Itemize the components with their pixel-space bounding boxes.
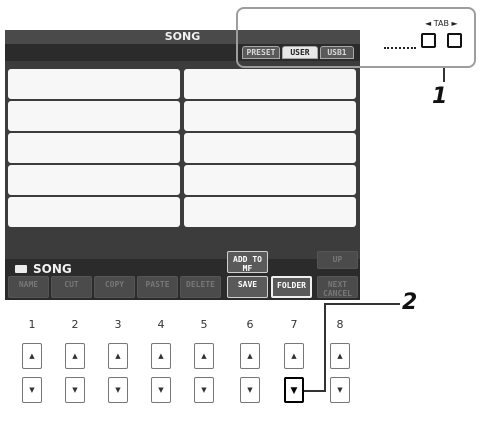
tab-buttons-callout — [236, 7, 476, 68]
cut-button[interactable]: CUT — [51, 276, 92, 298]
up-button[interactable]: ▲ — [108, 343, 128, 369]
lcd-screen: SONG PRESET USER USB1 SONG P1 ADD TO MF … — [5, 30, 360, 300]
file-slot[interactable] — [8, 133, 180, 163]
folder-icon — [15, 265, 27, 273]
up-button[interactable]: ▲ — [284, 343, 304, 369]
button-number: 6 — [246, 318, 254, 331]
tab-label: ◄ TAB ► — [425, 19, 458, 28]
callout-1: 1 — [432, 84, 448, 109]
down-button-7[interactable]: ▼ — [284, 377, 304, 403]
tab-left-button[interactable] — [421, 33, 436, 48]
button-number: 4 — [157, 318, 165, 331]
up-arrow-icon: ▲ — [115, 352, 121, 360]
up-arrow-icon: ▲ — [158, 352, 164, 360]
up-button[interactable]: ▲ — [240, 343, 260, 369]
down-arrow-icon: ▼ — [337, 386, 343, 394]
down-button[interactable]: ▼ — [65, 377, 85, 403]
button-number: 2 — [71, 318, 79, 331]
up-button[interactable]: ▲ — [22, 343, 42, 369]
file-slot[interactable] — [184, 197, 356, 227]
button-number: 8 — [336, 318, 344, 331]
down-arrow-icon: ▼ — [290, 386, 298, 396]
button-number: 7 — [290, 318, 298, 331]
copy-button[interactable]: COPY — [94, 276, 135, 298]
down-arrow-icon: ▼ — [72, 386, 78, 394]
up-arrow-icon: ▲ — [291, 352, 297, 360]
down-arrow-icon: ▼ — [29, 386, 35, 394]
down-arrow-icon: ▼ — [115, 386, 121, 394]
leader-line — [384, 47, 416, 49]
up-button[interactable]: ▲ — [151, 343, 171, 369]
up-button[interactable]: ▲ — [65, 343, 85, 369]
down-arrow-icon: ▼ — [201, 386, 207, 394]
up-button[interactable]: ▲ — [330, 343, 350, 369]
file-list — [5, 61, 360, 259]
down-arrow-icon: ▼ — [158, 386, 164, 394]
down-button[interactable]: ▼ — [22, 377, 42, 403]
file-slot[interactable] — [8, 197, 180, 227]
folder-button[interactable]: FOLDER — [271, 276, 312, 298]
callout-2-line — [324, 303, 400, 305]
up-button[interactable]: ▲ — [194, 343, 214, 369]
callout-2-line — [304, 390, 326, 392]
next-cancel-button[interactable]: NEXT CANCEL — [317, 276, 358, 298]
button-number: 1 — [28, 318, 36, 331]
file-slot[interactable] — [184, 101, 356, 131]
down-button[interactable]: ▼ — [108, 377, 128, 403]
file-slot[interactable] — [8, 101, 180, 131]
delete-button[interactable]: DELETE — [180, 276, 221, 298]
up-arrow-icon: ▲ — [29, 352, 35, 360]
callout-2: 2 — [402, 290, 418, 315]
down-button[interactable]: ▼ — [240, 377, 260, 403]
paste-button[interactable]: PASTE — [137, 276, 178, 298]
up-arrow-icon: ▲ — [337, 352, 343, 360]
down-button[interactable]: ▼ — [194, 377, 214, 403]
file-slot[interactable] — [184, 165, 356, 195]
button-number: 5 — [200, 318, 208, 331]
tab-right-button[interactable] — [447, 33, 462, 48]
callout-2-line — [324, 303, 326, 390]
save-button[interactable]: SAVE — [227, 276, 268, 298]
file-slot[interactable] — [184, 69, 356, 99]
down-arrow-icon: ▼ — [247, 386, 253, 394]
down-button[interactable]: ▼ — [330, 377, 350, 403]
up-button[interactable]: UP — [317, 251, 358, 269]
up-arrow-icon: ▲ — [72, 352, 78, 360]
add-to-mf-button[interactable]: ADD TO MF — [227, 251, 268, 273]
callout-pointer — [443, 68, 445, 82]
file-slot[interactable] — [184, 133, 356, 163]
up-arrow-icon: ▲ — [247, 352, 253, 360]
down-button[interactable]: ▼ — [151, 377, 171, 403]
up-arrow-icon: ▲ — [201, 352, 207, 360]
current-folder-name: SONG — [33, 262, 72, 276]
file-slot[interactable] — [8, 165, 180, 195]
name-button[interactable]: NAME — [8, 276, 49, 298]
button-number: 3 — [114, 318, 122, 331]
file-slot[interactable] — [8, 69, 180, 99]
